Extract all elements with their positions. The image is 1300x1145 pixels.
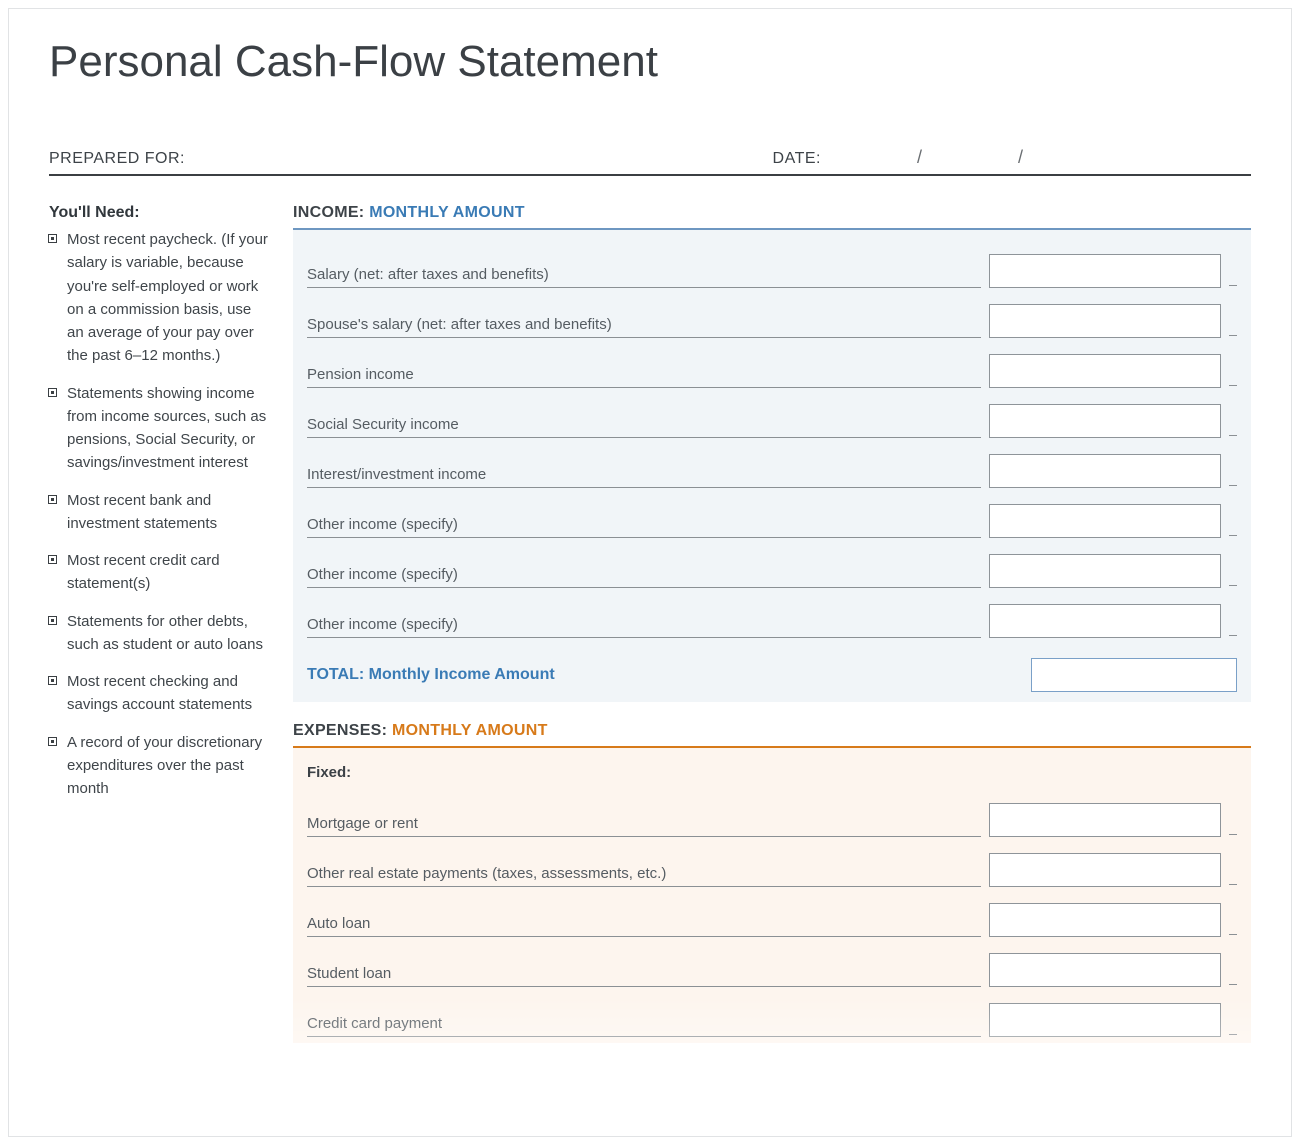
page-title: Personal Cash-Flow Statement <box>49 37 1251 87</box>
income-panel: Salary (net: after taxes and benefits) S… <box>293 230 1251 702</box>
income-amount-input[interactable] <box>989 504 1221 538</box>
date-label: DATE: <box>773 150 821 168</box>
income-row-label: Salary (net: after taxes and benefits) <box>307 266 981 288</box>
income-row-label: Other income (specify) <box>307 566 981 588</box>
row-trail <box>1229 934 1237 935</box>
sidebar-item: Statements for other debts, such as stud… <box>49 610 269 657</box>
row-trail <box>1229 335 1237 336</box>
sidebar-youll-need: You'll Need: Most recent paycheck. (If y… <box>49 204 269 1043</box>
expense-row: Other real estate payments (taxes, asses… <box>293 837 1251 887</box>
expenses-heading-lead: EXPENSES: <box>293 722 387 739</box>
sidebar-title-suffix: : <box>134 204 139 221</box>
row-trail <box>1229 435 1237 436</box>
income-row-label: Social Security income <box>307 416 981 438</box>
income-amount-input[interactable] <box>989 454 1221 488</box>
income-row-label: Interest/investment income <box>307 466 981 488</box>
sidebar-item: Most recent bank and investment statemen… <box>49 489 269 536</box>
expense-row: Mortgage or rent <box>293 787 1251 837</box>
expense-row: Credit card payment <box>293 987 1251 1037</box>
income-amount-input[interactable] <box>989 304 1221 338</box>
income-row: Salary (net: after taxes and benefits) <box>293 234 1251 288</box>
income-amount-input[interactable] <box>989 404 1221 438</box>
income-row: Social Security income <box>293 388 1251 438</box>
row-trail <box>1229 1034 1237 1035</box>
row-trail <box>1229 884 1237 885</box>
prepared-for-label: PREPARED FOR: <box>49 150 185 168</box>
expenses-heading-accent: MONTHLY AMOUNT <box>392 722 548 739</box>
expenses-fixed-subheading: Fixed: <box>293 752 1251 787</box>
expense-row: Auto loan <box>293 887 1251 937</box>
expenses-heading: EXPENSES: MONTHLY AMOUNT <box>293 722 1251 740</box>
row-trail <box>1229 385 1237 386</box>
sidebar-item: Most recent credit card statement(s) <box>49 549 269 596</box>
expense-amount-input[interactable] <box>989 953 1221 987</box>
date-separator: / <box>917 147 922 168</box>
expense-row-label: Auto loan <box>307 915 981 937</box>
page-frame: Personal Cash-Flow Statement PREPARED FO… <box>8 8 1292 1137</box>
income-total-label: TOTAL: Monthly Income Amount <box>307 666 1023 684</box>
income-heading-lead: INCOME: <box>293 204 364 221</box>
expenses-panel: Fixed: Mortgage or rent Other real estat… <box>293 748 1251 1043</box>
row-trail <box>1229 485 1237 486</box>
expense-amount-input[interactable] <box>989 853 1221 887</box>
row-trail <box>1229 535 1237 536</box>
date-separator: / <box>1018 147 1023 168</box>
income-row-label: Spouse's salary (net: after taxes and be… <box>307 316 981 338</box>
content-area: INCOME: MONTHLY AMOUNT Salary (net: afte… <box>293 204 1251 1043</box>
expense-amount-input[interactable] <box>989 803 1221 837</box>
income-row: Interest/investment income <box>293 438 1251 488</box>
income-row-label: Pension income <box>307 366 981 388</box>
row-trail <box>1229 585 1237 586</box>
income-total-row: TOTAL: Monthly Income Amount <box>293 638 1251 696</box>
income-heading: INCOME: MONTHLY AMOUNT <box>293 204 1251 222</box>
sidebar-item: Most recent paycheck. (If your salary is… <box>49 228 269 368</box>
income-row: Other income (specify) <box>293 588 1251 638</box>
income-amount-input[interactable] <box>989 554 1221 588</box>
income-row: Spouse's salary (net: after taxes and be… <box>293 288 1251 338</box>
income-amount-input[interactable] <box>989 354 1221 388</box>
sidebar-title: You'll Need <box>49 204 134 221</box>
sidebar-item: A record of your discre­tionary expendit… <box>49 731 269 801</box>
meta-row: PREPARED FOR: DATE: / / <box>49 147 1251 176</box>
income-heading-accent: MONTHLY AMOUNT <box>369 204 525 221</box>
row-trail <box>1229 834 1237 835</box>
income-amount-input[interactable] <box>989 254 1221 288</box>
sidebar-item: Most recent checking and savings account… <box>49 670 269 717</box>
income-row: Pension income <box>293 338 1251 388</box>
expense-amount-input[interactable] <box>989 903 1221 937</box>
expense-row-label: Student loan <box>307 965 981 987</box>
income-row-label: Other income (specify) <box>307 516 981 538</box>
expense-row-label: Other real estate payments (taxes, asses… <box>307 865 981 887</box>
row-trail <box>1229 635 1237 636</box>
expense-row-label: Credit card payment <box>307 1015 981 1037</box>
income-total-input[interactable] <box>1031 658 1237 692</box>
expense-row-label: Mortgage or rent <box>307 815 981 837</box>
income-row-label: Other income (specify) <box>307 616 981 638</box>
row-trail <box>1229 984 1237 985</box>
expense-amount-input[interactable] <box>989 1003 1221 1037</box>
sidebar-item: Statements showing income from income so… <box>49 382 269 475</box>
income-row: Other income (specify) <box>293 538 1251 588</box>
income-row: Other income (specify) <box>293 488 1251 538</box>
income-amount-input[interactable] <box>989 604 1221 638</box>
expense-row: Student loan <box>293 937 1251 987</box>
row-trail <box>1229 285 1237 286</box>
